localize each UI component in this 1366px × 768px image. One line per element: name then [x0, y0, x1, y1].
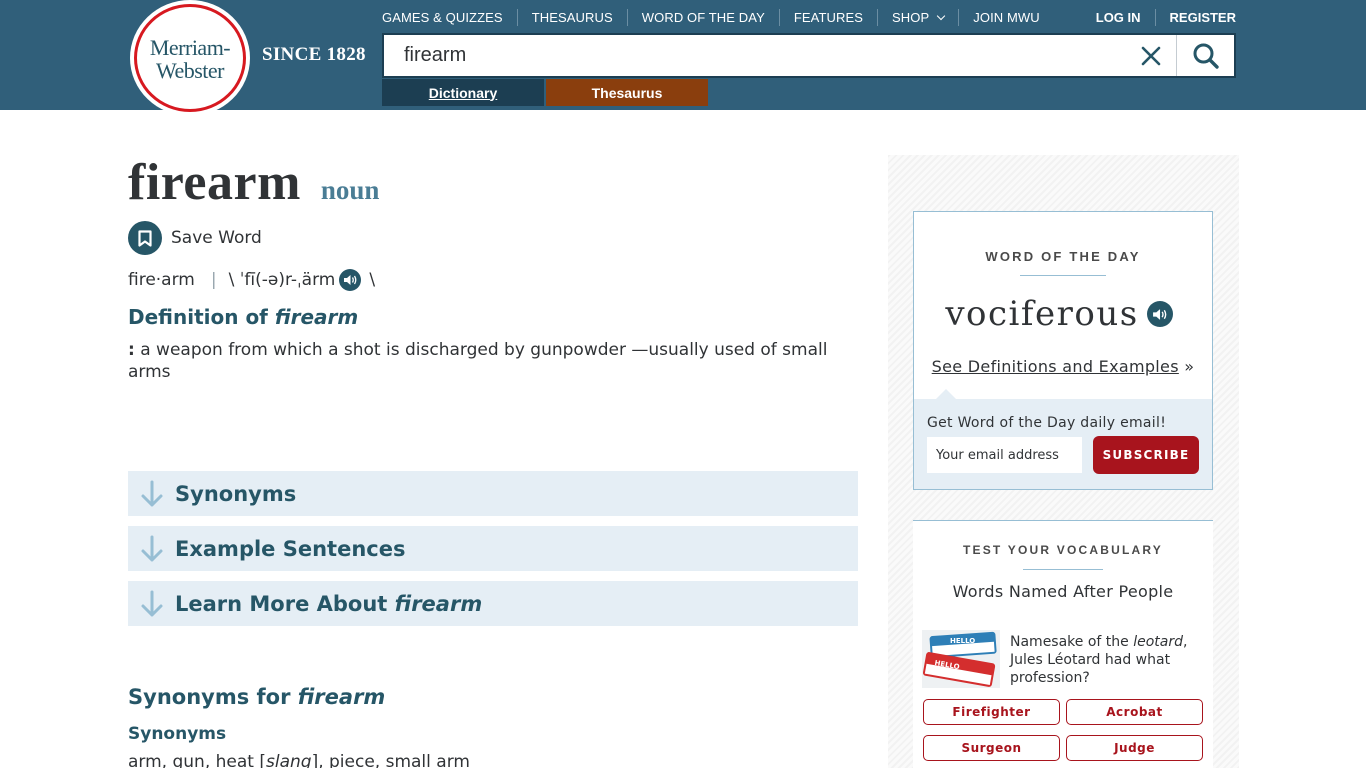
- wotd-see-definitions-link[interactable]: See Definitions and Examples »: [914, 357, 1212, 376]
- quiz-question-a: Namesake of the: [1010, 634, 1134, 650]
- word-of-the-day-card: WORD OF THE DAY vociferous See Definitio…: [913, 211, 1213, 490]
- subscribe-button[interactable]: SUBSCRIBE: [1093, 436, 1199, 474]
- name-tag-illustration: HELLO HELLO: [922, 630, 1000, 688]
- chevron-down-icon: [937, 11, 946, 20]
- definition-heading-prefix: Definition of: [128, 305, 275, 329]
- pronunciation: \ ˈfī(-ə)r-ˌärm: [228, 270, 336, 290]
- accordion-label-text: Synonyms: [175, 481, 297, 506]
- arrow-down-icon: [141, 480, 163, 506]
- accordion-example-sentences[interactable]: Example Sentences: [128, 526, 858, 571]
- bookmark-icon: [128, 221, 162, 255]
- logo-text: Merriam- Webster: [130, 36, 250, 82]
- tab-dictionary[interactable]: Dictionary: [382, 79, 544, 106]
- synonyms-heading-prefix: Synonyms for: [128, 685, 298, 709]
- logo-line-1: Merriam-: [149, 35, 231, 60]
- nav-shop[interactable]: SHOP: [877, 9, 958, 26]
- since-1828: SINCE 1828: [262, 44, 366, 65]
- email-label: Get Word of the Day daily email!: [927, 415, 1167, 431]
- search-bar: [382, 33, 1236, 78]
- synonyms-list-a[interactable]: arm, gun, heat [: [128, 752, 266, 768]
- answer-judge[interactable]: Judge: [1066, 735, 1203, 761]
- arrow-down-icon: [141, 590, 163, 616]
- synonyms-heading: Synonyms for firearm: [128, 685, 385, 709]
- audio-icon[interactable]: [339, 269, 362, 291]
- login-link[interactable]: LOG IN: [1096, 9, 1141, 26]
- save-word-button[interactable]: Save Word: [128, 221, 858, 255]
- accordion-label-italic: firearm: [394, 591, 483, 616]
- separator: |: [210, 270, 217, 290]
- audio-icon[interactable]: [1146, 301, 1173, 327]
- accordion-label: Synonyms: [175, 482, 296, 506]
- headword-row: firearm noun: [128, 150, 858, 216]
- synonyms-heading-word: firearm: [297, 685, 386, 709]
- synonyms-list: arm, gun, heat [slang], piece, small arm: [128, 752, 470, 768]
- nav-games-quizzes[interactable]: GAMES & QUIZZES: [382, 9, 517, 26]
- answer-firefighter[interactable]: Firefighter: [923, 699, 1060, 725]
- save-word-label: Save Word: [171, 228, 262, 248]
- headword: firearm: [128, 154, 301, 211]
- wotd-email-signup: Get Word of the Day daily email! SUBSCRI…: [914, 389, 1212, 489]
- quiz-image-name-tags: HELLO HELLO: [922, 630, 1000, 688]
- vocab-divider: [1023, 569, 1103, 570]
- wotd-title: WORD OF THE DAY: [985, 249, 1141, 264]
- vocab-title: TEST YOUR VOCABULARY: [962, 543, 1163, 557]
- definition-body: a weapon from which a shot is discharged…: [128, 340, 828, 382]
- search-icon: [1193, 43, 1219, 69]
- nav-word-of-the-day[interactable]: WORD OF THE DAY: [626, 9, 779, 26]
- merriam-webster-logo[interactable]: Merriam- Webster: [130, 0, 250, 116]
- wotd-link-text[interactable]: See Definitions and Examples: [932, 357, 1179, 376]
- search-button[interactable]: [1176, 35, 1234, 76]
- definition-heading-word: firearm: [274, 305, 359, 329]
- synonyms-slang-label: slang: [265, 752, 312, 768]
- pronunciation-close: \: [369, 270, 376, 290]
- search-input[interactable]: [384, 35, 1126, 76]
- part-of-speech[interactable]: noun: [321, 175, 380, 206]
- accordion-label: Learn More About firearm: [175, 592, 482, 616]
- accordion-learn-more[interactable]: Learn More About firearm: [128, 581, 858, 626]
- email-input[interactable]: [927, 437, 1082, 473]
- wotd-divider: [1020, 275, 1106, 276]
- accordion-label-text: Learn More About: [175, 591, 395, 616]
- close-icon: [1141, 46, 1161, 65]
- clear-search-button[interactable]: [1126, 35, 1176, 76]
- quiz-question-italic: leotard: [1133, 634, 1183, 650]
- synonyms-subheading: Synonyms: [128, 724, 227, 744]
- wotd-word[interactable]: vociferous: [945, 294, 1138, 334]
- answer-acrobat[interactable]: Acrobat: [1066, 699, 1203, 725]
- vocab-subtitle[interactable]: Words Named After People: [913, 582, 1213, 601]
- auth-links: LOG IN REGISTER: [1096, 9, 1236, 26]
- nav-join-mwu[interactable]: JOIN MWU: [958, 9, 1054, 26]
- search-tabs: Dictionary Thesaurus: [382, 79, 708, 106]
- register-link[interactable]: REGISTER: [1154, 9, 1236, 26]
- syllables: fire·arm: [128, 270, 195, 290]
- wotd-word-row: vociferous: [914, 294, 1212, 334]
- top-nav: GAMES & QUIZZES THESAURUS WORD OF THE DA…: [382, 9, 1054, 26]
- definition-text: : a weapon from which a shot is discharg…: [128, 339, 858, 383]
- logo-line-2: Webster: [155, 58, 225, 83]
- tab-thesaurus[interactable]: Thesaurus: [546, 79, 708, 106]
- arrow-down-icon: [141, 535, 163, 561]
- nav-features[interactable]: FEATURES: [778, 9, 877, 26]
- accordion-label: Example Sentences: [175, 537, 405, 561]
- definition-heading: Definition of firearm: [128, 305, 858, 329]
- definition-colon: :: [128, 340, 135, 360]
- vocabulary-quiz-card: TEST YOUR VOCABULARY Words Named After P…: [913, 520, 1213, 768]
- site-header: Merriam- Webster SINCE 1828 GAMES & QUIZ…: [0, 0, 1366, 116]
- wotd-link-arrow: »: [1178, 357, 1195, 376]
- synonyms-list-b[interactable]: ], piece, small arm: [312, 752, 470, 768]
- pronunciation-row: fire·arm | \ ˈfī(-ə)r-ˌärm \: [128, 269, 858, 291]
- answer-surgeon[interactable]: Surgeon: [923, 735, 1060, 761]
- quiz-question: Namesake of the leotard, Jules Léotard h…: [1010, 633, 1205, 687]
- accordion-synonyms[interactable]: Synonyms: [128, 471, 858, 516]
- entry-main: firearm noun Save Word fire·arm | \ ˈfī(…: [128, 150, 858, 383]
- name-tag-text-blue: HELLO: [950, 637, 975, 645]
- accordion-label-text: Example Sentences: [175, 536, 406, 561]
- nav-shop-label: SHOP: [892, 10, 930, 25]
- nav-thesaurus[interactable]: THESAURUS: [516, 9, 627, 26]
